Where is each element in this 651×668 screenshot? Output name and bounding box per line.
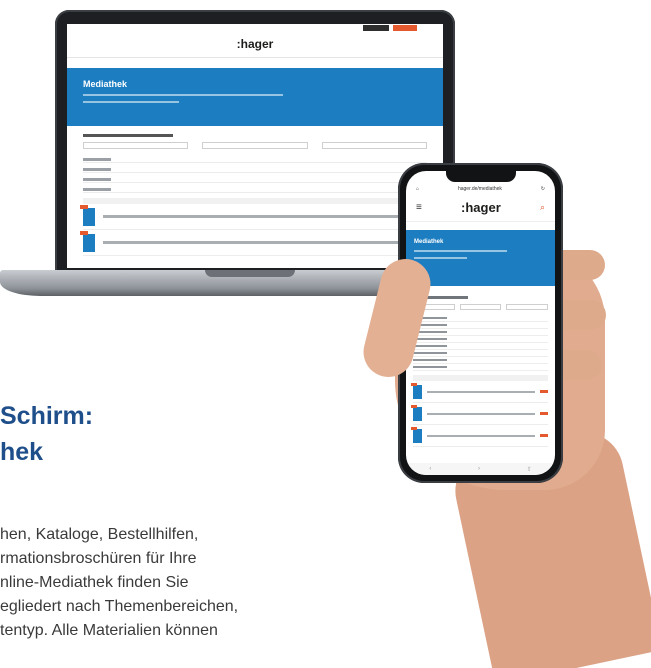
phone-filter-select[interactable] — [459, 304, 502, 310]
hamburger-icon[interactable]: ≡ — [416, 202, 422, 213]
desktop-accordion-item[interactable] — [83, 157, 427, 163]
phone-accordion-item[interactable] — [413, 357, 548, 364]
table-row[interactable] — [411, 425, 548, 447]
phone-content — [406, 286, 555, 447]
document-title — [427, 390, 535, 393]
document-thumbnail — [411, 426, 422, 443]
desktop-logo[interactable]: :hager — [67, 32, 443, 58]
document-thumbnail — [411, 404, 422, 421]
download-action[interactable] — [540, 434, 548, 437]
forward-icon[interactable]: › — [478, 466, 480, 472]
phone-filter-select[interactable] — [506, 304, 549, 310]
page-heading: Schirm: hek — [0, 402, 94, 466]
phone-hero-subtitle — [414, 250, 508, 252]
desktop-filter-row — [83, 142, 427, 149]
phone-accordion-item[interactable] — [413, 336, 548, 343]
phone-accordion-item[interactable] — [413, 322, 548, 329]
desktop-accordion-item[interactable] — [83, 177, 427, 183]
reload-icon[interactable]: ↻ — [541, 186, 545, 192]
phone-hero-link[interactable] — [414, 257, 468, 259]
table-row[interactable] — [80, 230, 427, 256]
desktop-topbar — [67, 24, 443, 32]
phone-hero-title: Mediathek — [414, 239, 444, 245]
document-title — [427, 412, 535, 415]
desktop-hero-banner: Mediathek — [67, 68, 443, 126]
desktop-filter-select[interactable] — [83, 142, 189, 149]
phone-browser-nav: ‹ › ⇧ — [406, 463, 555, 475]
back-icon[interactable]: ‹ — [429, 466, 431, 472]
desktop-filter-select[interactable] — [202, 142, 308, 149]
desktop-filter-section — [67, 126, 443, 256]
phone-accordion-item[interactable] — [413, 364, 548, 371]
table-row[interactable] — [80, 204, 427, 230]
table-row[interactable] — [411, 403, 548, 425]
desktop-accordion-item[interactable] — [83, 167, 427, 173]
document-thumbnail — [80, 204, 95, 226]
laptop-notch — [205, 270, 295, 277]
phone-accordion-item[interactable] — [413, 315, 548, 322]
desktop-topbar-button[interactable] — [363, 25, 389, 31]
desktop-filter-select[interactable] — [321, 142, 427, 149]
phone-screen: ⌂ hager.de/mediathek ↻ ≡ :hager ⌕ Mediat… — [406, 171, 555, 475]
desktop-accordion-item[interactable] — [83, 187, 427, 193]
document-thumbnail — [80, 230, 95, 252]
phone-logo[interactable]: :hager — [461, 200, 501, 215]
phone-notch — [446, 171, 516, 182]
document-title — [427, 434, 535, 437]
desktop-hero-subtitle — [83, 94, 283, 96]
phone-accordion-item[interactable] — [413, 343, 548, 350]
search-icon[interactable]: ⌕ — [540, 203, 545, 212]
table-row[interactable] — [411, 381, 548, 403]
desktop-filter-heading — [83, 134, 173, 137]
download-action[interactable] — [540, 390, 548, 393]
phone-accordion-item[interactable] — [413, 329, 548, 336]
desktop-topbar-cta-button[interactable] — [393, 25, 417, 31]
phone-header: ≡ :hager ⌕ — [406, 196, 555, 222]
phone-filter-row — [413, 304, 549, 310]
document-thumbnail — [411, 382, 422, 399]
document-title — [103, 241, 405, 244]
desktop-hero-link[interactable] — [83, 101, 180, 103]
phone-accordion-item[interactable] — [413, 350, 548, 357]
share-icon[interactable]: ⇧ — [527, 466, 532, 473]
laptop-screen: :hager Mediathek — [67, 24, 443, 268]
download-action[interactable] — [540, 412, 548, 415]
body-paragraph: hen, Kataloge, Bestellhilfen, rmationsbr… — [0, 526, 239, 639]
document-title — [103, 215, 405, 218]
phone-url[interactable]: hager.de/mediathek — [419, 186, 541, 192]
desktop-hero-title: Mediathek — [83, 79, 128, 89]
